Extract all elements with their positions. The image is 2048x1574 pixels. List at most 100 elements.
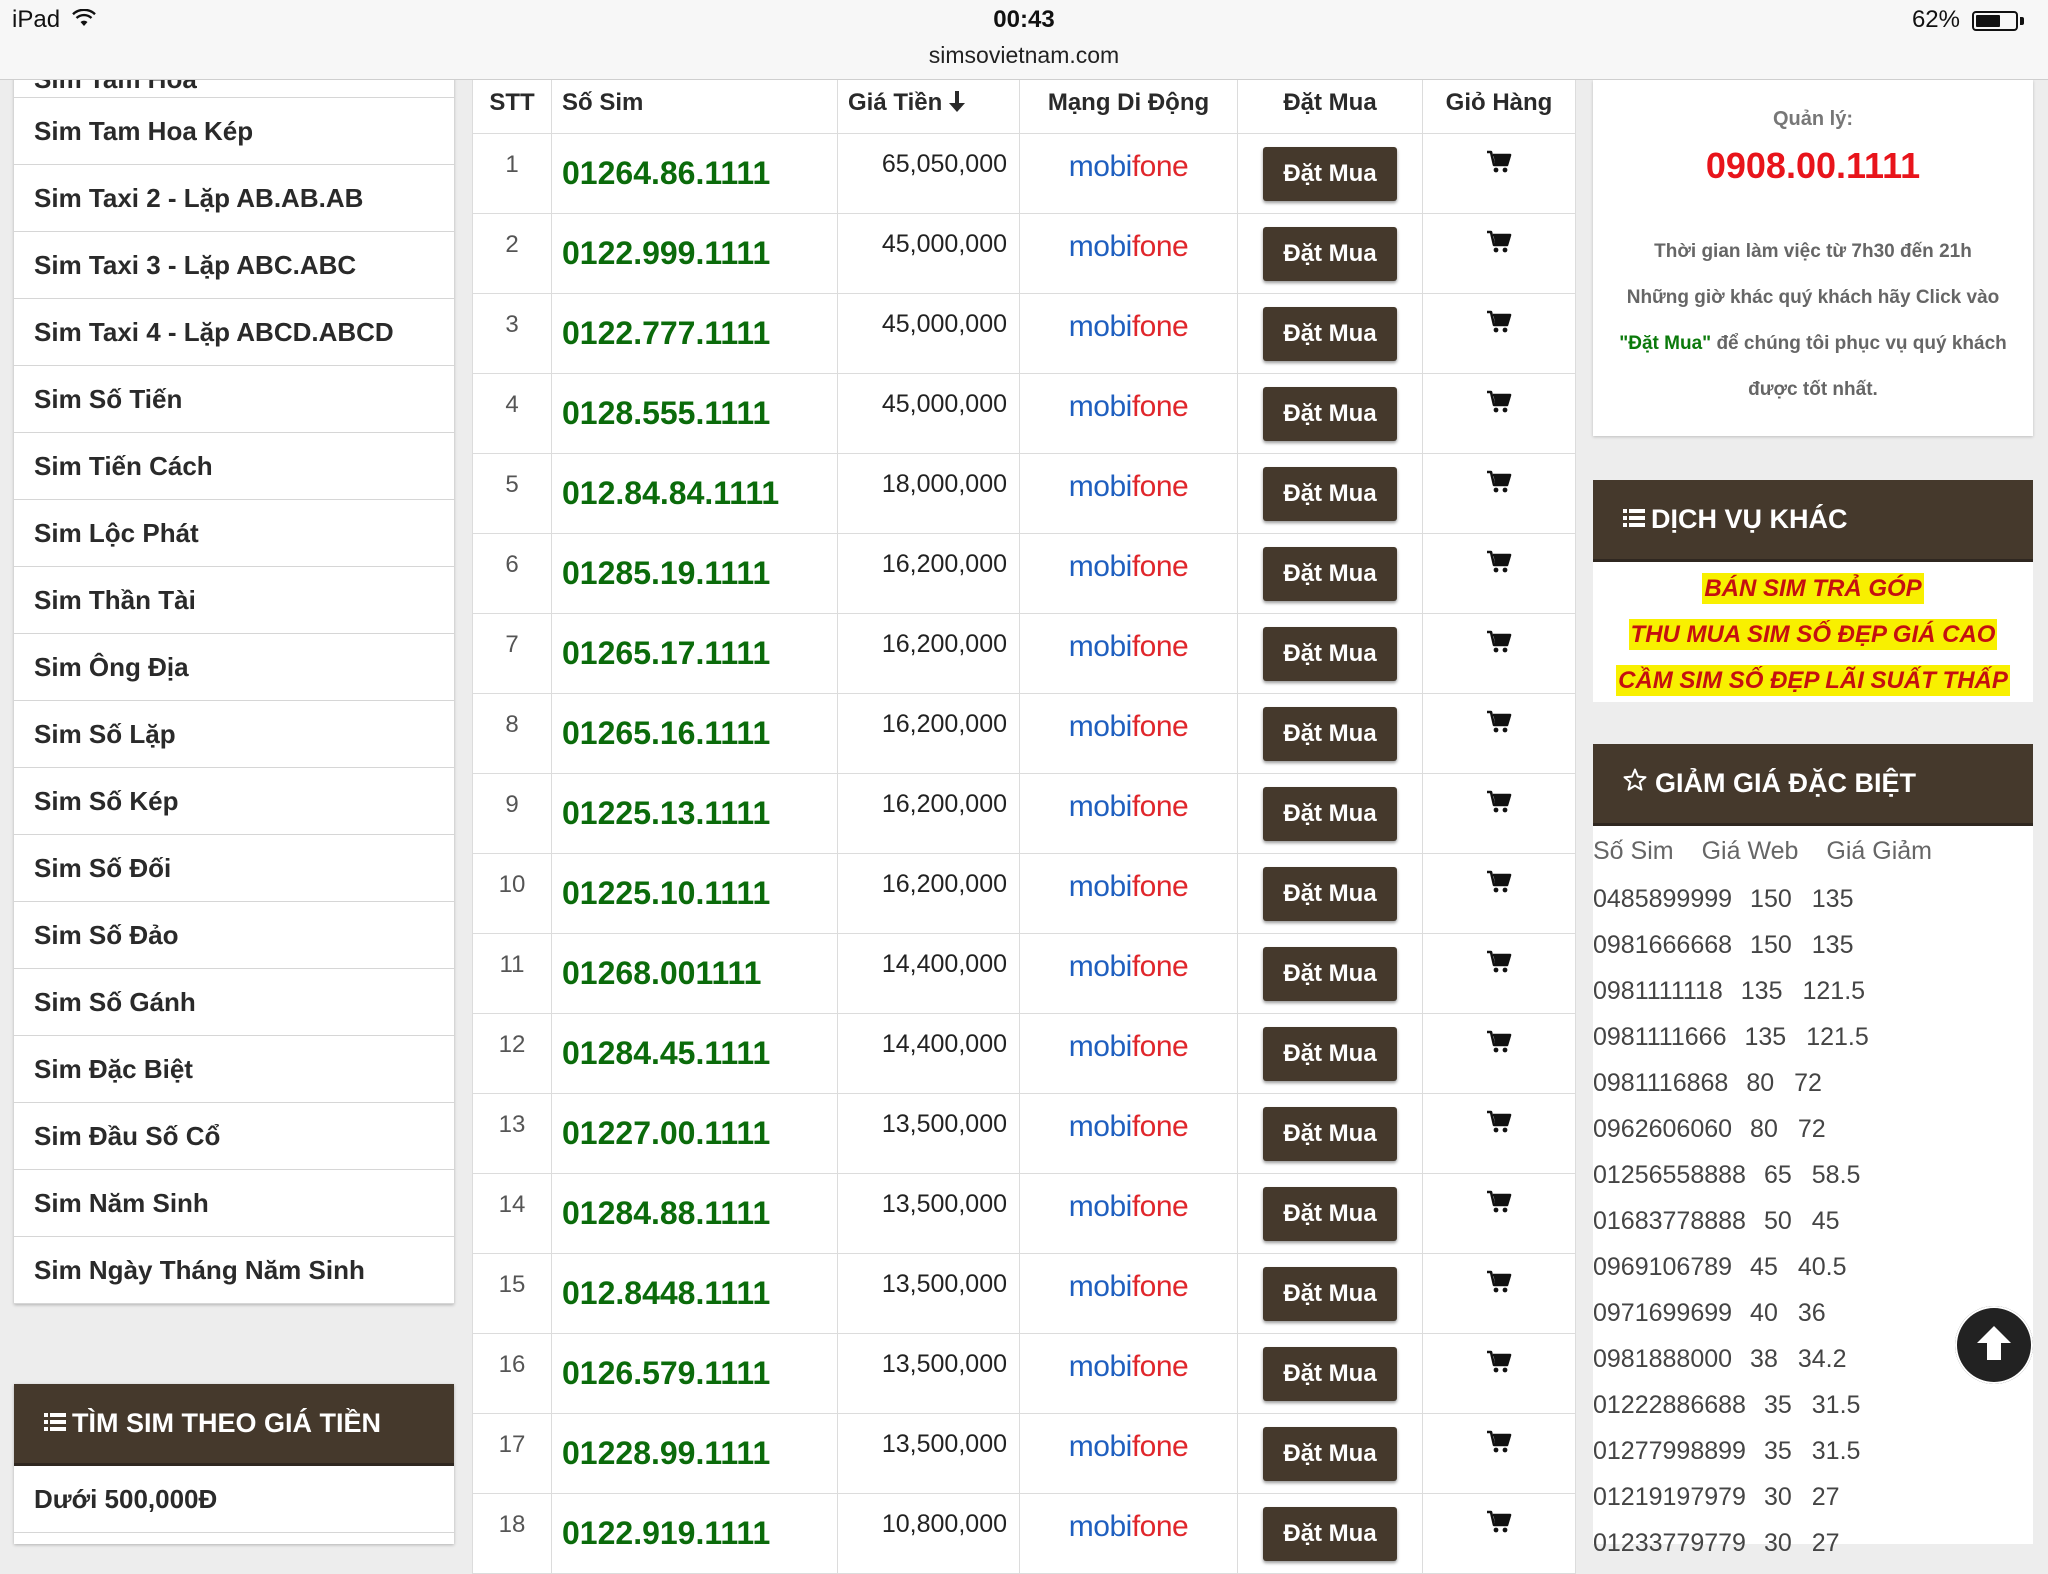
sim-number-link[interactable]: 0122.777.1111 xyxy=(551,293,838,374)
service-link[interactable]: CẦM SIM SỐ ĐẸP LÃI SUẤT THẤP xyxy=(1593,658,2033,704)
sim-number-link[interactable]: 01225.10.1111 xyxy=(551,853,838,934)
price-range-item[interactable]: Dưới 500,000Đ xyxy=(14,1466,454,1533)
shopping-cart-icon[interactable] xyxy=(1486,230,1512,259)
buy-button[interactable]: Đặt Mua xyxy=(1263,226,1397,281)
discount-col-number: Số Sim xyxy=(1593,836,1674,865)
sidebar-item[interactable]: Sim Đầu Số Cổ xyxy=(14,1103,454,1170)
shopping-cart-icon[interactable] xyxy=(1486,1110,1512,1139)
sidebar-item[interactable]: Sim Số Đảo xyxy=(14,902,454,969)
address-bar-url[interactable]: simsovietnam.com xyxy=(0,42,2048,69)
sidebar-item[interactable]: Sim Ngày Tháng Năm Sinh xyxy=(14,1237,454,1304)
sidebar-item[interactable]: Sim Số Đối xyxy=(14,835,454,902)
buy-button[interactable]: Đặt Mua xyxy=(1263,386,1397,441)
discount-row[interactable]: 01222886688 35 31.5 xyxy=(1593,1382,2033,1428)
buy-button[interactable]: Đặt Mua xyxy=(1263,1106,1397,1161)
sim-number-link[interactable]: 01285.19.1111 xyxy=(551,533,838,614)
sim-number-link[interactable]: 0122.919.1111 xyxy=(551,1493,838,1574)
sidebar-item[interactable]: Sim Tam Hoa Kép xyxy=(14,98,454,165)
buy-button[interactable]: Đặt Mua xyxy=(1263,706,1397,761)
sidebar-item[interactable]: Sim Số Kép xyxy=(14,768,454,835)
shopping-cart-icon[interactable] xyxy=(1486,1510,1512,1539)
row-stt: 7 xyxy=(472,613,552,694)
shopping-cart-icon[interactable] xyxy=(1486,1430,1512,1459)
shopping-cart-icon[interactable] xyxy=(1486,550,1512,579)
sidebar-item[interactable]: Sim Thần Tài xyxy=(14,567,454,634)
shopping-cart-icon[interactable] xyxy=(1486,870,1512,899)
buy-button[interactable]: Đặt Mua xyxy=(1263,1346,1397,1401)
buy-button[interactable]: Đặt Mua xyxy=(1263,1426,1397,1481)
sim-number-link[interactable]: 01265.17.1111 xyxy=(551,613,838,694)
sidebar-item[interactable]: Sim Số Tiến xyxy=(14,366,454,433)
discount-row[interactable]: 0962606060 80 72 xyxy=(1593,1106,2033,1152)
discount-row[interactable]: 0969106789 45 40.5 xyxy=(1593,1244,2033,1290)
sim-number-link[interactable]: 012.84.84.1111 xyxy=(551,453,838,534)
manager-phone[interactable]: 0908.00.1111 xyxy=(1593,145,2033,187)
shopping-cart-icon[interactable] xyxy=(1486,1190,1512,1219)
sim-number-link[interactable]: 01228.99.1111 xyxy=(551,1413,838,1494)
buy-button[interactable]: Đặt Mua xyxy=(1263,146,1397,201)
sim-number-link[interactable]: 01264.86.1111 xyxy=(551,133,838,214)
sidebar-item[interactable]: Sim Taxi 3 - Lặp ABC.ABC xyxy=(14,232,454,299)
sim-number-link[interactable]: 012.8448.1111 xyxy=(551,1253,838,1334)
off-hours-note-3: được tốt nhất. xyxy=(1748,379,1878,400)
sim-number-link[interactable]: 01284.88.1111 xyxy=(551,1173,838,1254)
sidebar-item[interactable]: Sim Đặc Biệt xyxy=(14,1036,454,1103)
buy-button[interactable]: Đặt Mua xyxy=(1263,1266,1397,1321)
sim-number-link[interactable]: 01265.16.1111 xyxy=(551,693,838,774)
sidebar-item[interactable]: Sim Năm Sinh xyxy=(14,1170,454,1237)
buy-button[interactable]: Đặt Mua xyxy=(1263,1026,1397,1081)
discount-row[interactable]: 01219197979 30 27 xyxy=(1593,1474,2033,1520)
sim-number-link[interactable]: 01225.13.1111 xyxy=(551,773,838,854)
shopping-cart-icon[interactable] xyxy=(1486,1350,1512,1379)
discount-row[interactable]: 0981111666 135 121.5 xyxy=(1593,1014,2033,1060)
sim-number-link[interactable]: 0128.555.1111 xyxy=(551,373,838,454)
discount-row[interactable]: 01256558888 65 58.5 xyxy=(1593,1152,2033,1198)
shopping-cart-icon[interactable] xyxy=(1486,470,1512,499)
sidebar-item[interactable]: Sim Lộc Phát xyxy=(14,500,454,567)
sidebar-item[interactable]: Sim Tiến Cách xyxy=(14,433,454,500)
header-stt: STT xyxy=(472,72,552,134)
shopping-cart-icon[interactable] xyxy=(1486,790,1512,819)
sim-number-link[interactable]: 01284.45.1111 xyxy=(551,1013,838,1094)
discount-sale-price: 31.5 xyxy=(1811,1390,1861,1419)
buy-button[interactable]: Đặt Mua xyxy=(1263,1186,1397,1241)
service-link-text: CẦM SIM SỐ ĐẸP LÃI SUẤT THẤP xyxy=(1616,665,2010,696)
discount-row[interactable]: 01233779779 30 27 xyxy=(1593,1520,2033,1566)
discount-row[interactable]: 0981111118 135 121.5 xyxy=(1593,968,2033,1014)
buy-button[interactable]: Đặt Mua xyxy=(1263,1506,1397,1561)
header-price[interactable]: Giá Tiền xyxy=(837,72,1020,134)
sidebar-item[interactable]: Sim Số Lặp xyxy=(14,701,454,768)
shopping-cart-icon[interactable] xyxy=(1486,1030,1512,1059)
shopping-cart-icon[interactable] xyxy=(1486,630,1512,659)
buy-button[interactable]: Đặt Mua xyxy=(1263,306,1397,361)
sim-number-link[interactable]: 01268.001111 xyxy=(551,933,838,1014)
shopping-cart-icon[interactable] xyxy=(1486,150,1512,179)
shopping-cart-icon[interactable] xyxy=(1486,1270,1512,1299)
shopping-cart-icon[interactable] xyxy=(1486,950,1512,979)
discount-row[interactable]: 01277998899 35 31.5 xyxy=(1593,1428,2033,1474)
buy-button[interactable]: Đặt Mua xyxy=(1263,866,1397,921)
sidebar-item[interactable]: Sim Taxi 2 - Lặp AB.AB.AB xyxy=(14,165,454,232)
discount-row[interactable]: 01683778888 50 45 xyxy=(1593,1198,2033,1244)
sidebar-item[interactable]: Sim Ông Địa xyxy=(14,634,454,701)
shopping-cart-icon[interactable] xyxy=(1486,310,1512,339)
sim-number-link[interactable]: 01227.00.1111 xyxy=(551,1093,838,1174)
sidebar-item[interactable]: Sim Số Gánh xyxy=(14,969,454,1036)
service-link[interactable]: THU MUA SIM SỐ ĐẸP GIÁ CAO xyxy=(1593,612,2033,658)
buy-button[interactable]: Đặt Mua xyxy=(1263,626,1397,681)
scroll-to-top-button[interactable] xyxy=(1955,1306,2033,1384)
buy-cell: Đặt Mua xyxy=(1237,533,1423,614)
sim-number-link[interactable]: 0122.999.1111 xyxy=(551,213,838,294)
buy-button[interactable]: Đặt Mua xyxy=(1263,546,1397,601)
discount-row[interactable]: 0485899999 150 135 xyxy=(1593,876,2033,922)
buy-button[interactable]: Đặt Mua xyxy=(1263,466,1397,521)
buy-button[interactable]: Đặt Mua xyxy=(1263,786,1397,841)
shopping-cart-icon[interactable] xyxy=(1486,710,1512,739)
buy-button[interactable]: Đặt Mua xyxy=(1263,946,1397,1001)
shopping-cart-icon[interactable] xyxy=(1486,390,1512,419)
service-link[interactable]: BÁN SIM TRẢ GÓP xyxy=(1593,566,2033,612)
discount-row[interactable]: 0981116868 80 72 xyxy=(1593,1060,2033,1106)
discount-row[interactable]: 0981666668 150 135 xyxy=(1593,922,2033,968)
sim-number-link[interactable]: 0126.579.1111 xyxy=(551,1333,838,1414)
sidebar-item[interactable]: Sim Taxi 4 - Lặp ABCD.ABCD xyxy=(14,299,454,366)
